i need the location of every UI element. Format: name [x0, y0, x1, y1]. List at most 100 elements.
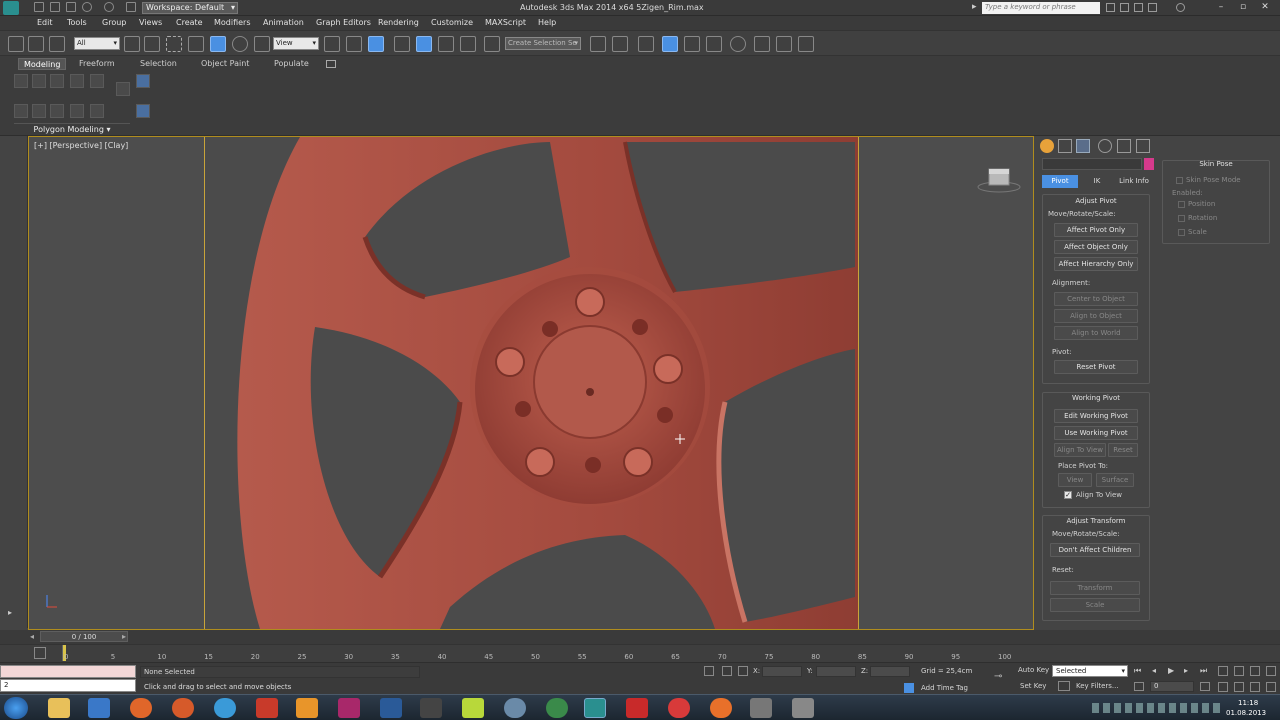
- material-editor-icon[interactable]: [730, 36, 746, 52]
- search-input[interactable]: Type a keyword or phrase: [982, 2, 1100, 14]
- add-time-tag[interactable]: Add Time Tag: [921, 684, 968, 692]
- ribbon-tool-7-icon[interactable]: [32, 104, 46, 118]
- reference-coordinate-dropdown[interactable]: View ▾: [273, 37, 319, 50]
- time-slider-thumb[interactable]: 0 / 100: [40, 631, 128, 642]
- orange-app-icon[interactable]: [710, 698, 732, 718]
- open-file-icon[interactable]: [50, 2, 60, 12]
- time-config-icon[interactable]: [1200, 682, 1210, 691]
- ribbon-tool-4-icon[interactable]: [70, 74, 84, 88]
- schematic-view-icon[interactable]: [706, 36, 722, 52]
- rotation-checkbox[interactable]: [1178, 215, 1185, 222]
- select-and-move-icon[interactable]: [210, 36, 226, 52]
- app-switch-icon[interactable]: [792, 698, 814, 718]
- graphite-toolset-icon[interactable]: [662, 36, 678, 52]
- ribbon-options-icon[interactable]: [326, 60, 336, 68]
- ribbon-tool-6-icon[interactable]: [14, 104, 28, 118]
- zoom-extents-all-icon[interactable]: [1266, 666, 1276, 676]
- place-surface-button[interactable]: Surface: [1096, 473, 1134, 487]
- utilities-tab-icon[interactable]: [1136, 139, 1150, 153]
- mirror-icon[interactable]: [590, 36, 606, 52]
- ribbon-tool-1-icon[interactable]: [14, 74, 28, 88]
- ribbon-tool-12-icon[interactable]: [136, 74, 150, 88]
- firefox-icon[interactable]: [130, 698, 152, 718]
- skin-pose-title[interactable]: Skin Pose: [1162, 160, 1270, 168]
- use-working-pivot-button[interactable]: Use Working Pivot: [1054, 426, 1138, 440]
- object-name-field[interactable]: [1042, 158, 1142, 170]
- save-file-icon[interactable]: [66, 2, 76, 12]
- chrome-icon[interactable]: [546, 698, 568, 718]
- motion-tab-icon[interactable]: [1098, 139, 1112, 153]
- rendered-frame-window-icon[interactable]: [776, 36, 792, 52]
- absolute-mode-icon[interactable]: [738, 666, 748, 676]
- window-app-icon[interactable]: [750, 698, 772, 718]
- time-slider-left-arrow[interactable]: ◂: [30, 632, 34, 641]
- unlink-icon[interactable]: [28, 36, 44, 52]
- affect-object-only-button[interactable]: Affect Object Only: [1054, 240, 1138, 254]
- ribbon-tool-13-icon[interactable]: [136, 104, 150, 118]
- hdr-app-icon[interactable]: [420, 698, 442, 718]
- maximize-viewport-icon[interactable]: [1266, 682, 1276, 692]
- go-to-start-icon[interactable]: ⏮: [1134, 666, 1141, 676]
- ribbon-tool-8-icon[interactable]: [50, 104, 64, 118]
- explorer-icon[interactable]: [48, 698, 70, 718]
- undo-icon[interactable]: [82, 2, 92, 12]
- curve-editor-icon[interactable]: [684, 36, 700, 52]
- link-icon[interactable]: [8, 36, 24, 52]
- orbit-icon[interactable]: [1250, 682, 1260, 692]
- menu-graph-editors[interactable]: Graph Editors: [316, 18, 371, 27]
- rectangular-selection-icon[interactable]: [166, 36, 182, 52]
- maxscript-mini-field[interactable]: 2: [0, 679, 136, 692]
- previous-frame-icon[interactable]: ◂: [1152, 666, 1156, 675]
- select-and-scale-icon[interactable]: [254, 36, 270, 52]
- ribbon-tab-freeform[interactable]: Freeform: [79, 58, 115, 70]
- keyboard-shortcut-override-icon[interactable]: [368, 36, 384, 52]
- pivot-center-icon[interactable]: [324, 36, 340, 52]
- bind-space-warp-icon[interactable]: [49, 36, 65, 52]
- layer-manager-icon[interactable]: [638, 36, 654, 52]
- object-color-swatch[interactable]: [1144, 158, 1154, 170]
- reset-scale-button[interactable]: Scale: [1050, 598, 1140, 612]
- new-file-icon[interactable]: [34, 2, 44, 12]
- selection-filter-dropdown[interactable]: All ▾: [74, 37, 120, 50]
- next-frame-icon[interactable]: ▸: [1184, 666, 1188, 675]
- menu-maxscript[interactable]: MAXScript: [485, 18, 526, 27]
- subscription-icon[interactable]: [1120, 3, 1129, 12]
- ribbon-tool-3-icon[interactable]: [50, 74, 64, 88]
- set-key-icon[interactable]: ⊸: [994, 671, 1008, 685]
- mini-curve-editor-icon[interactable]: [34, 647, 46, 659]
- position-checkbox[interactable]: [1178, 201, 1185, 208]
- ribbon-tab-object-paint[interactable]: Object Paint: [201, 58, 249, 70]
- selection-lock-icon[interactable]: [722, 666, 732, 676]
- viewcube[interactable]: [977, 165, 1021, 195]
- tab-pivot[interactable]: Pivot: [1042, 175, 1078, 188]
- close-button[interactable]: ✕: [1258, 2, 1272, 13]
- rim-model[interactable]: [205, 137, 859, 629]
- go-to-end-icon[interactable]: ⏭: [1200, 666, 1207, 676]
- ribbon-tab-selection[interactable]: Selection: [140, 58, 177, 70]
- minimize-button[interactable]: –: [1214, 2, 1228, 13]
- align-to-object-button[interactable]: Align to Object: [1054, 309, 1138, 323]
- modify-tab-icon[interactable]: [1058, 139, 1072, 153]
- ribbon-tool-10-icon[interactable]: [90, 104, 104, 118]
- edit-named-selection-icon[interactable]: [484, 36, 500, 52]
- ribbon-tab-populate[interactable]: Populate: [274, 58, 309, 70]
- pencil-app-icon[interactable]: [462, 698, 484, 718]
- binoculars-icon[interactable]: [1106, 3, 1115, 12]
- illustrator-icon[interactable]: [296, 698, 318, 718]
- polygon-modeling-panel[interactable]: Polygon Modeling ▾: [14, 123, 130, 135]
- angle-snap-icon[interactable]: [416, 36, 432, 52]
- zoom-extents-icon[interactable]: [1250, 666, 1260, 676]
- menu-modifiers[interactable]: Modifiers: [214, 18, 251, 27]
- expand-arrow-icon[interactable]: ▸: [8, 608, 12, 617]
- select-by-name-icon[interactable]: [144, 36, 160, 52]
- adjust-transform-title[interactable]: Adjust Transform: [1042, 517, 1150, 525]
- window-crossing-icon[interactable]: [188, 36, 204, 52]
- menu-views[interactable]: Views: [139, 18, 162, 27]
- dont-affect-children-button[interactable]: Don't Affect Children: [1050, 543, 1140, 557]
- align-to-world-button[interactable]: Align to World: [1054, 326, 1138, 340]
- help-icon[interactable]: [1176, 3, 1185, 12]
- key-mode-toggle-icon[interactable]: [1134, 682, 1144, 691]
- edit-working-pivot-button[interactable]: Edit Working Pivot: [1054, 409, 1138, 423]
- tab-ik[interactable]: IK: [1082, 175, 1112, 188]
- key-filters-button[interactable]: Key Filters...: [1076, 682, 1119, 690]
